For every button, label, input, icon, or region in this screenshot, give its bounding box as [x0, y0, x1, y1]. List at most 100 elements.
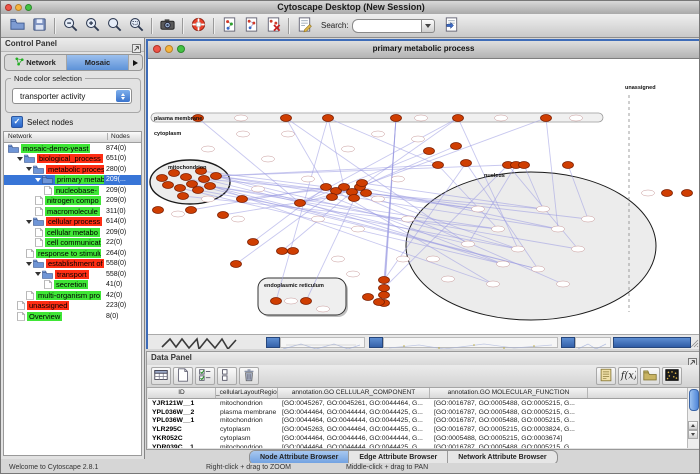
network-node-label[interactable] — [282, 131, 295, 137]
network-node-label[interactable] — [472, 206, 485, 212]
background-window-icon[interactable] — [561, 337, 575, 348]
network-node-label[interactable] — [332, 256, 345, 262]
network-node[interactable] — [563, 162, 574, 169]
network-node[interactable] — [271, 298, 282, 305]
network-node-label[interactable] — [202, 146, 215, 152]
column-id[interactable]: ID — [148, 388, 216, 398]
table-cell[interactable]: [GO:0044464, GO:0044444, GO:0044425, G..… — [278, 409, 430, 416]
help-button[interactable] — [188, 16, 208, 36]
network-node[interactable] — [327, 194, 338, 201]
background-window[interactable] — [280, 337, 365, 348]
more-tabs-button[interactable] — [129, 55, 142, 70]
network-node[interactable] — [374, 299, 385, 306]
background-window[interactable] — [575, 337, 611, 348]
network-node[interactable] — [205, 183, 216, 190]
network-node[interactable] — [323, 115, 334, 122]
network-node[interactable] — [218, 212, 229, 219]
network-node[interactable] — [391, 115, 402, 122]
network-node[interactable] — [349, 195, 360, 202]
tree-item[interactable]: cellular metabo209(0) — [4, 227, 141, 238]
network-node-label[interactable] — [570, 115, 583, 121]
table-cell[interactable]: mitochondrion — [216, 417, 278, 424]
network-node[interactable] — [231, 261, 242, 268]
scroll-down-button[interactable] — [688, 430, 698, 439]
table-cell[interactable]: cytoplasm — [216, 435, 278, 442]
table-cell[interactable]: YKR052C — [148, 435, 216, 442]
background-window-titlebar[interactable] — [613, 337, 691, 348]
tree-item[interactable]: biological_process651(0) — [4, 154, 141, 165]
network-node-label[interactable] — [397, 256, 410, 262]
network-node[interactable] — [193, 187, 204, 194]
network-node-label[interactable] — [427, 256, 440, 262]
network-node-label[interactable] — [497, 261, 510, 267]
network-node-label[interactable] — [462, 241, 475, 247]
network-node[interactable] — [379, 277, 390, 284]
node-color-attribute-select[interactable]: transporter activity — [12, 88, 132, 104]
open-button[interactable] — [7, 16, 27, 36]
select-nodes-checkbox[interactable]: ✓ — [11, 116, 23, 128]
table-cell[interactable]: cytoplasm — [216, 426, 278, 433]
tree-item[interactable]: multi-organism pro42(0) — [4, 290, 141, 301]
network-node-label[interactable] — [492, 226, 505, 232]
network-palette-button[interactable] — [219, 16, 239, 36]
network-node-label[interactable] — [512, 246, 525, 252]
tab-network[interactable]: Network — [5, 55, 67, 70]
table-cell[interactable]: [GO:0045263, GO:0044464, GO:0044455, G..… — [278, 426, 430, 433]
column-nodes[interactable]: Nodes — [107, 133, 130, 140]
network-node-label[interactable] — [342, 146, 355, 152]
select-all-attributes-button[interactable] — [195, 367, 215, 385]
network-node[interactable] — [153, 207, 164, 214]
network-node[interactable] — [277, 248, 288, 255]
network-node-label[interactable] — [262, 156, 275, 162]
network-node-label[interactable] — [252, 186, 265, 192]
network-node-label[interactable] — [442, 276, 455, 282]
function-builder-button[interactable]: f(x) — [618, 367, 638, 385]
network-node[interactable] — [682, 190, 693, 197]
table-cell[interactable]: YPL036W__1 — [148, 417, 216, 424]
background-window-icon[interactable] — [369, 337, 383, 348]
table-cell[interactable]: mitochondrion — [216, 444, 278, 448]
network-node[interactable] — [519, 162, 530, 169]
tree-item[interactable]: nitrogen compo209(0) — [4, 196, 141, 207]
network-node-label[interactable] — [237, 131, 250, 137]
network-node[interactable] — [461, 160, 472, 167]
network-node-label[interactable] — [372, 196, 385, 202]
zoom-in-button[interactable] — [82, 16, 102, 36]
tree-item[interactable]: unassigned223(0) — [4, 301, 141, 312]
table-cell[interactable]: [GO:0016787, GO:0005488, GO:0005215, G..… — [430, 400, 588, 407]
network-node-label[interactable] — [317, 306, 330, 312]
snapshot-button[interactable] — [157, 16, 177, 36]
expand-arrow-icon[interactable] — [26, 167, 32, 171]
network-node-label[interactable] — [582, 216, 595, 222]
network-canvas[interactable]: plasma membranecytoplasmmitochondrionnuc… — [148, 59, 699, 334]
tree-item[interactable]: primary metabo209(... — [4, 175, 141, 186]
network-node-label[interactable] — [372, 131, 385, 137]
network-node[interactable] — [248, 239, 259, 246]
background-window-icon[interactable] — [266, 337, 280, 348]
network-node-label[interactable] — [537, 206, 550, 212]
table-cell[interactable]: [GO:0016787, GO:0005488, GO:0005215, G..… — [430, 417, 588, 424]
network-node-label[interactable] — [402, 216, 415, 222]
network-node-label[interactable] — [285, 298, 298, 304]
search-options-button[interactable] — [422, 19, 435, 33]
table-cell[interactable]: YDR039C__1 — [148, 444, 216, 448]
network-node[interactable] — [541, 115, 552, 122]
table-cell[interactable]: YLR295C — [148, 426, 216, 433]
float-panel-icon[interactable] — [132, 40, 141, 49]
resize-grip[interactable] — [690, 335, 699, 344]
create-view-button[interactable] — [241, 16, 261, 36]
table-cell[interactable]: YPL036W__2 — [148, 409, 216, 416]
network-node-label[interactable] — [557, 281, 570, 287]
tree-item[interactable]: secretion41(0) — [4, 280, 141, 291]
expand-arrow-icon[interactable] — [35, 272, 41, 276]
network-node[interactable] — [424, 148, 435, 155]
network-node[interactable] — [186, 207, 197, 214]
network-node-label[interactable] — [415, 115, 428, 121]
expand-arrow-icon[interactable] — [35, 178, 41, 182]
network-node-label[interactable] — [495, 115, 508, 121]
zoom-out-button[interactable] — [60, 16, 80, 36]
network-node-label[interactable] — [532, 266, 545, 272]
minimized-view-thumbnail[interactable] — [160, 336, 242, 349]
column-network[interactable]: Network — [8, 133, 32, 140]
title-bar[interactable]: Cytoscape Desktop (New Session) — [1, 1, 700, 15]
